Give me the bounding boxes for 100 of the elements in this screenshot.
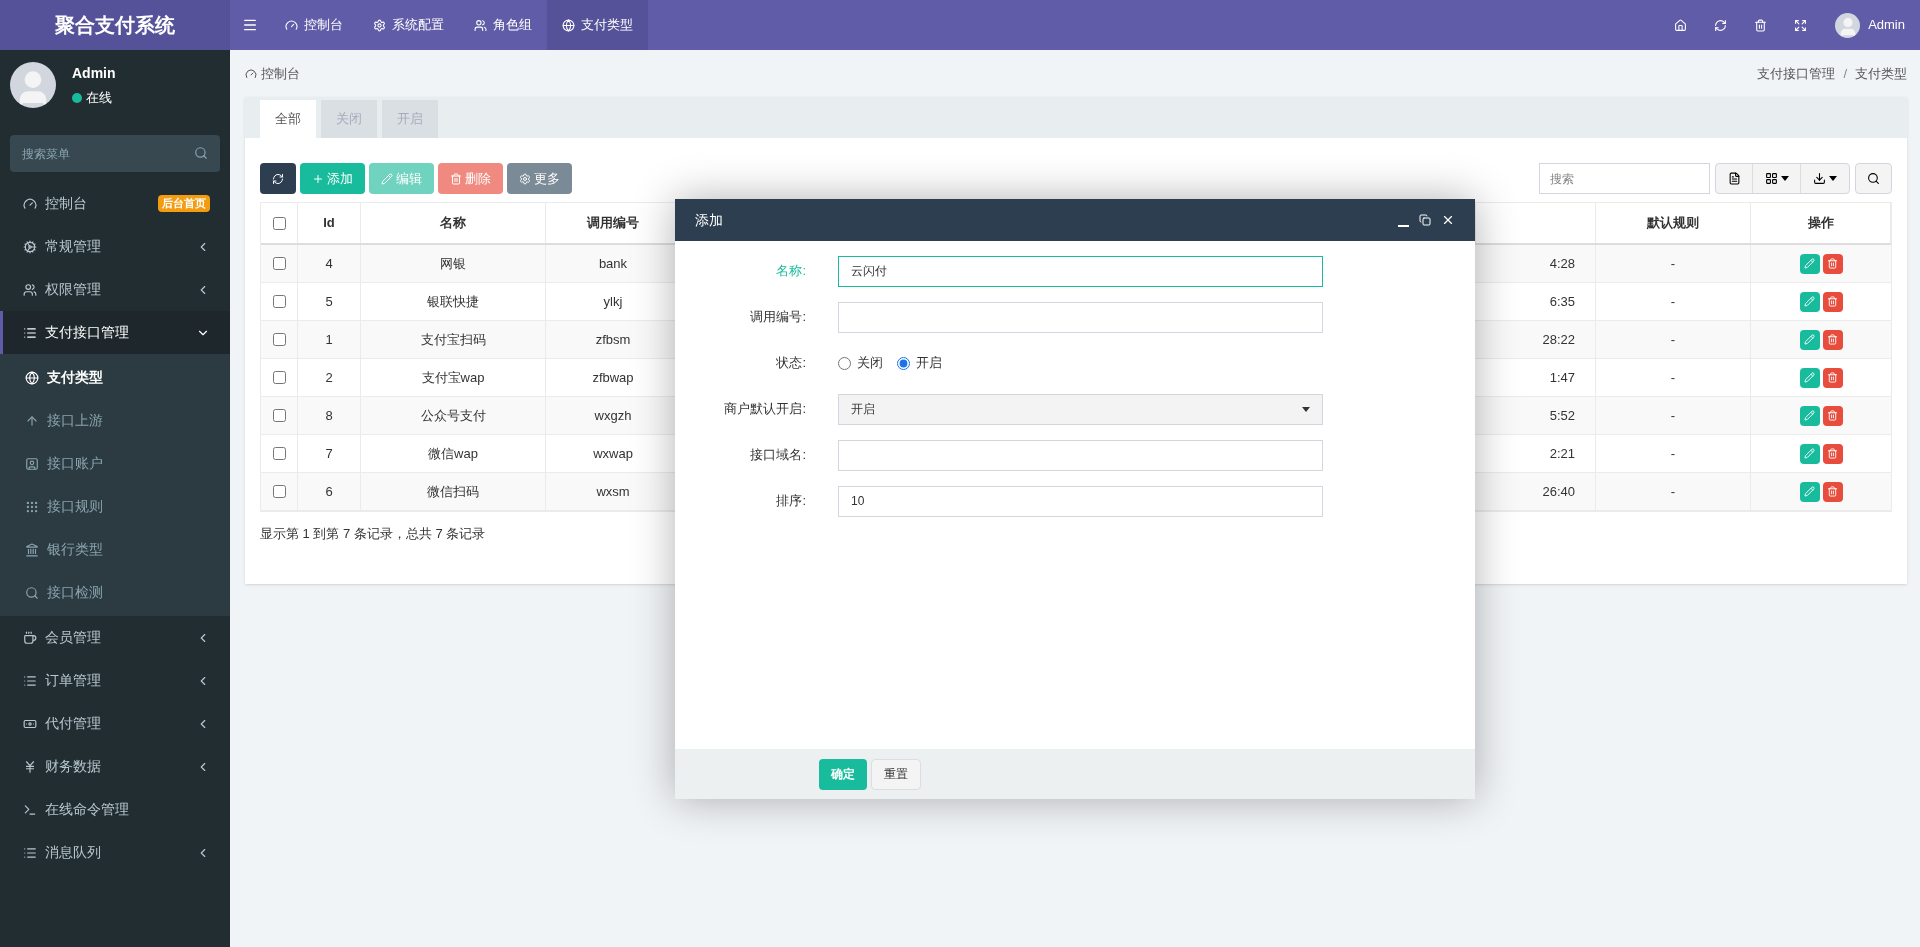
field-label: 商户默认开启: — [724, 401, 806, 417]
edit-button[interactable] — [1799, 481, 1820, 502]
sidebar-item[interactable]: 控制台 后台首页 — [0, 182, 230, 225]
close-icon — [1441, 213, 1455, 227]
delete-button[interactable] — [1822, 253, 1843, 274]
delete-button[interactable] — [1822, 291, 1843, 312]
column-header: 默认规则 — [1647, 214, 1699, 233]
nav-icon — [562, 18, 575, 32]
trash-icon — [1827, 410, 1838, 421]
row-checkbox[interactable] — [272, 333, 286, 346]
select-field[interactable]: 开启 — [838, 393, 1323, 425]
edit-button[interactable] — [1799, 367, 1820, 388]
table-cell-text: - — [1670, 330, 1676, 349]
row-checkbox[interactable] — [272, 371, 286, 384]
edit-button[interactable] — [1799, 253, 1820, 274]
submenu-item[interactable]: 接口检测 — [0, 571, 230, 614]
sidebar-item[interactable]: 消息队列 — [0, 831, 230, 874]
radio-button[interactable] — [838, 356, 851, 370]
table-cell-text: 4 — [325, 254, 333, 273]
submenu-item[interactable]: 银行类型 — [0, 528, 230, 571]
breadcrumb-link[interactable]: 支付类型 — [1855, 63, 1907, 84]
table-cell-text: zfbsm — [595, 330, 631, 349]
nav-tab[interactable]: 控制台 — [270, 0, 358, 50]
breadcrumb-link[interactable]: 支付接口管理 — [1757, 63, 1836, 84]
restore-icon — [1419, 214, 1431, 226]
sidebar-label: 消息队列 — [45, 843, 102, 862]
sidebar-item[interactable]: 订单管理 — [0, 659, 230, 702]
row-checkbox[interactable] — [272, 447, 286, 460]
row-checkbox[interactable] — [272, 295, 286, 308]
search-button[interactable] — [1855, 163, 1892, 194]
sidebar-item[interactable]: 代付管理 — [0, 702, 230, 745]
maximize-button[interactable] — [1419, 214, 1431, 226]
row-checkbox[interactable] — [272, 257, 286, 270]
trash-icon — [1827, 448, 1838, 459]
radio-option[interactable]: 关闭 — [838, 353, 883, 373]
row-checkbox[interactable] — [272, 485, 286, 498]
sidebar-item[interactable]: 财务数据 — [0, 745, 230, 788]
text-field[interactable]: 10 — [838, 485, 1323, 517]
delete-button[interactable] — [1822, 481, 1843, 502]
table-cell-text: 微信wap — [428, 444, 478, 463]
delete-button[interactable] — [1822, 329, 1843, 350]
column-header: 操作 — [1807, 214, 1834, 233]
submenu-item[interactable]: 接口账户 — [0, 442, 230, 485]
filter-tab[interactable]: 全部 — [260, 100, 316, 138]
edit-button[interactable] — [1799, 405, 1820, 426]
badge: 后台首页 — [158, 195, 210, 212]
sidebar-item[interactable]: 会员管理 — [0, 616, 230, 659]
text-field[interactable]: 云闪付 — [838, 255, 1323, 287]
table-cell-text: - — [1670, 444, 1676, 463]
edit-button[interactable] — [1799, 291, 1820, 312]
table-cell-text: 26:40 — [1542, 482, 1575, 501]
edit-button[interactable] — [1799, 443, 1820, 464]
table-cell-text: 公众号支付 — [420, 406, 486, 425]
delete-button[interactable] — [1822, 367, 1843, 388]
nav-tab[interactable]: 系统配置 — [358, 0, 459, 50]
dashboard-icon — [245, 67, 257, 80]
delete-button[interactable] — [1822, 443, 1843, 464]
close-button[interactable] — [1441, 213, 1455, 227]
sidebar-item[interactable]: 权限管理 — [0, 268, 230, 311]
avatar — [10, 62, 56, 108]
radio-option[interactable]: 开启 — [897, 353, 942, 373]
reset-button[interactable]: 重置 — [871, 758, 921, 790]
edit-button[interactable] — [1799, 329, 1820, 350]
table-cell-text: - — [1670, 406, 1676, 425]
submenu-item[interactable]: 接口规则 — [0, 485, 230, 528]
menu-search-field[interactable]: 搜索菜单 — [10, 135, 220, 172]
text-field[interactable] — [838, 439, 1323, 471]
submenu-label: 银行类型 — [47, 540, 103, 559]
table-cell-text: zfbwap — [592, 368, 634, 387]
sidebar-item[interactable]: 在线命令管理 — [0, 788, 230, 831]
user-name[interactable]: Admin — [1868, 15, 1905, 35]
sidebar-item[interactable]: 常规管理 — [0, 225, 230, 268]
pencil-icon — [1804, 258, 1815, 269]
sidebar-item[interactable]: 支付接口管理 — [0, 311, 230, 354]
search-field[interactable]: 搜索 — [1539, 163, 1710, 194]
refresh-button[interactable] — [260, 163, 296, 194]
nav-tab[interactable]: 支付类型 — [547, 0, 648, 50]
breadcrumb-home[interactable]: 控制台 — [261, 63, 1758, 84]
table-cell-text: - — [1670, 482, 1676, 501]
row-checkbox[interactable] — [272, 409, 286, 422]
select-all-checkbox[interactable] — [272, 216, 286, 230]
caret-icon — [1780, 176, 1789, 181]
user-status: 在线 — [86, 88, 112, 107]
table-cell-text: - — [1670, 368, 1676, 387]
text-field[interactable] — [838, 301, 1323, 333]
submenu-item[interactable]: 支付类型 — [0, 356, 230, 399]
delete-button[interactable] — [1822, 405, 1843, 426]
more-button[interactable]: 更多 — [507, 163, 572, 194]
submenu-item[interactable]: 接口上游 — [0, 399, 230, 442]
refresh-icon — [1713, 18, 1727, 32]
search-icon — [194, 146, 208, 160]
sidebar-label: 财务数据 — [45, 757, 102, 776]
avatar — [1835, 12, 1861, 38]
submenu-label: 接口规则 — [47, 497, 103, 516]
sidebar-label: 权限管理 — [45, 280, 102, 299]
nav-tab[interactable]: 角色组 — [459, 0, 547, 50]
table-cell-text: 7 — [325, 444, 333, 463]
nav-icon — [285, 18, 298, 32]
radio-button[interactable] — [897, 356, 910, 370]
sidebar-label: 常规管理 — [45, 237, 102, 256]
